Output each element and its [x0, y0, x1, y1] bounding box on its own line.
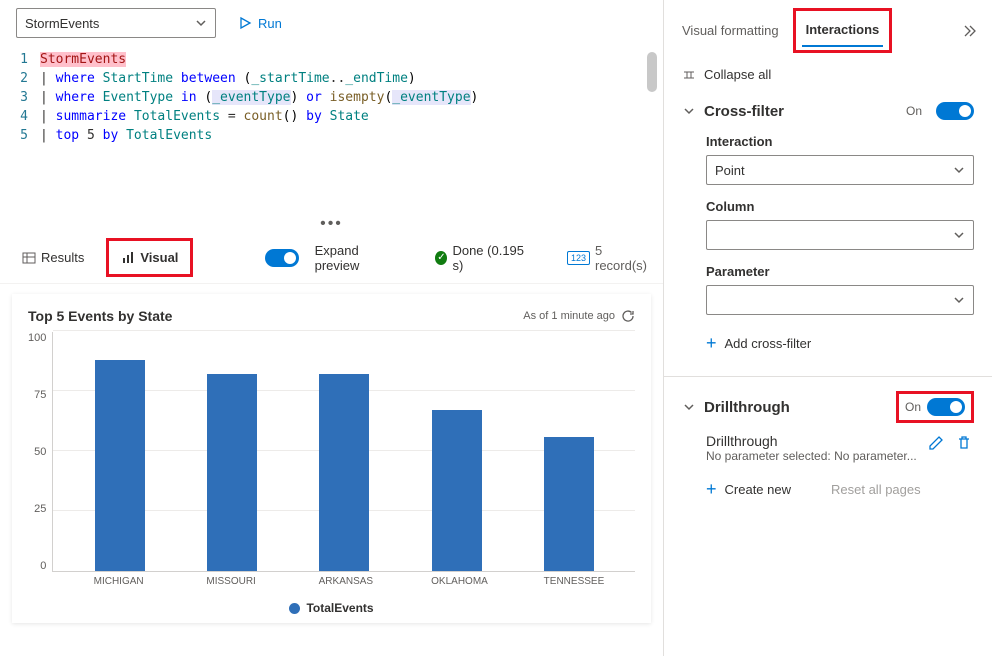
tab-visual-formatting[interactable]: Visual formatting — [678, 15, 783, 46]
main-panel: StormEvents Run 1 2 3 4 5 StormEvents | … — [0, 0, 664, 656]
chevron-down-icon — [953, 294, 965, 306]
bar[interactable] — [319, 374, 369, 571]
line-gutter: 1 2 3 4 5 — [0, 50, 40, 208]
side-panel: Visual formatting Interactions Collapse … — [664, 0, 992, 656]
interaction-select[interactable]: Point — [706, 155, 974, 185]
parameter-label: Parameter — [706, 264, 974, 279]
highlight-drillthrough-toggle: On — [896, 391, 974, 423]
plus-icon: + — [706, 333, 717, 354]
create-new-button[interactable]: + Create new — [706, 479, 791, 500]
records-icon: 123 — [567, 251, 590, 265]
highlight-visual-tab: Visual — [106, 238, 193, 277]
plot-area — [52, 332, 635, 572]
drillthrough-item[interactable]: Drillthrough No parameter selected: No p… — [706, 423, 974, 473]
drillthrough-item-sub: No parameter selected: No parameter... — [706, 449, 918, 463]
crossfilter-title: Cross-filter — [704, 103, 898, 120]
drillthrough-item-name: Drillthrough — [706, 433, 918, 449]
code-area[interactable]: StormEvents | where StartTime between (_… — [40, 50, 663, 208]
database-selector[interactable]: StormEvents — [16, 8, 216, 38]
section-divider — [664, 376, 992, 377]
tab-results[interactable]: Results — [16, 244, 90, 271]
chevron-down-icon — [953, 164, 965, 176]
add-crossfilter-button[interactable]: + Add cross-filter — [706, 333, 974, 354]
bar[interactable] — [207, 374, 257, 571]
run-button[interactable]: Run — [228, 12, 292, 35]
x-tick-label: TENNESSEE — [544, 576, 594, 587]
chevron-down-icon[interactable] — [682, 104, 696, 118]
column-label: Column — [706, 199, 974, 214]
chart-title: Top 5 Events by State — [28, 308, 172, 324]
interaction-label: Interaction — [706, 134, 974, 149]
record-count: 123 5 record(s) — [567, 243, 647, 273]
section-crossfilter: Cross-filter On Interaction Point Column… — [664, 96, 992, 368]
play-icon — [238, 16, 252, 30]
x-tick-label: OKLAHOMA — [431, 576, 481, 587]
refresh-icon[interactable] — [621, 309, 635, 323]
drillthrough-title: Drillthrough — [704, 399, 888, 416]
collapse-all-button[interactable]: Collapse all — [664, 53, 992, 96]
plus-icon: + — [706, 479, 717, 500]
x-axis-labels: MICHIGAN MISSOURI ARKANSAS OKLAHOMA TENNESSE… — [52, 572, 635, 587]
collapse-all-icon — [682, 68, 696, 82]
table-icon — [22, 251, 36, 265]
side-more-button[interactable] — [962, 23, 978, 39]
bar[interactable] — [95, 360, 145, 571]
chart-legend: TotalEvents — [28, 601, 635, 615]
bar-group — [53, 332, 635, 571]
status-done: ✓ Done (0.195 s) — [435, 243, 527, 273]
query-toolbar: StormEvents Run — [0, 0, 663, 46]
check-icon: ✓ — [435, 251, 447, 265]
delete-button[interactable] — [954, 433, 974, 453]
run-label: Run — [258, 16, 282, 31]
bar[interactable] — [432, 410, 482, 571]
highlight-interactions-tab: Interactions — [793, 8, 893, 53]
expand-preview-toggle[interactable] — [265, 249, 298, 267]
trash-icon — [956, 435, 972, 451]
side-tab-row: Visual formatting Interactions — [664, 0, 992, 53]
database-name: StormEvents — [25, 16, 99, 31]
y-axis: 1007550250 — [28, 332, 52, 572]
chevron-down-icon — [953, 229, 965, 241]
expand-preview-label: Expand preview — [315, 243, 396, 273]
splitter-handle[interactable]: ••• — [0, 216, 663, 232]
x-tick-label: ARKANSAS — [319, 576, 369, 587]
parameter-select[interactable] — [706, 285, 974, 315]
section-drillthrough: Drillthrough On Drillthrough No paramete… — [664, 385, 992, 514]
chevron-double-right-icon — [962, 23, 978, 39]
x-tick-label: MISSOURI — [206, 576, 256, 587]
x-tick-label: MICHIGAN — [94, 576, 144, 587]
chart-card: Top 5 Events by State As of 1 minute ago… — [12, 294, 651, 623]
drillthrough-toggle[interactable] — [927, 398, 965, 416]
column-select[interactable] — [706, 220, 974, 250]
pencil-icon — [928, 435, 944, 451]
chevron-down-icon — [195, 17, 207, 29]
chevron-down-icon[interactable] — [682, 400, 696, 414]
edit-button[interactable] — [926, 433, 946, 453]
chart-icon — [121, 251, 135, 265]
chart-asof: As of 1 minute ago — [523, 309, 635, 323]
legend-dot-icon — [289, 603, 300, 614]
crossfilter-toggle[interactable] — [936, 102, 974, 120]
reset-all-pages: Reset all pages — [831, 482, 921, 497]
editor-scrollbar[interactable] — [647, 52, 657, 92]
tab-visual[interactable]: Visual — [115, 244, 184, 271]
bar[interactable] — [544, 437, 594, 571]
results-bar: Results Visual Expand preview ✓ Done (0.… — [0, 232, 663, 284]
query-editor[interactable]: 1 2 3 4 5 StormEvents | where StartTime … — [0, 46, 663, 216]
tab-interactions[interactable]: Interactions — [802, 14, 884, 47]
